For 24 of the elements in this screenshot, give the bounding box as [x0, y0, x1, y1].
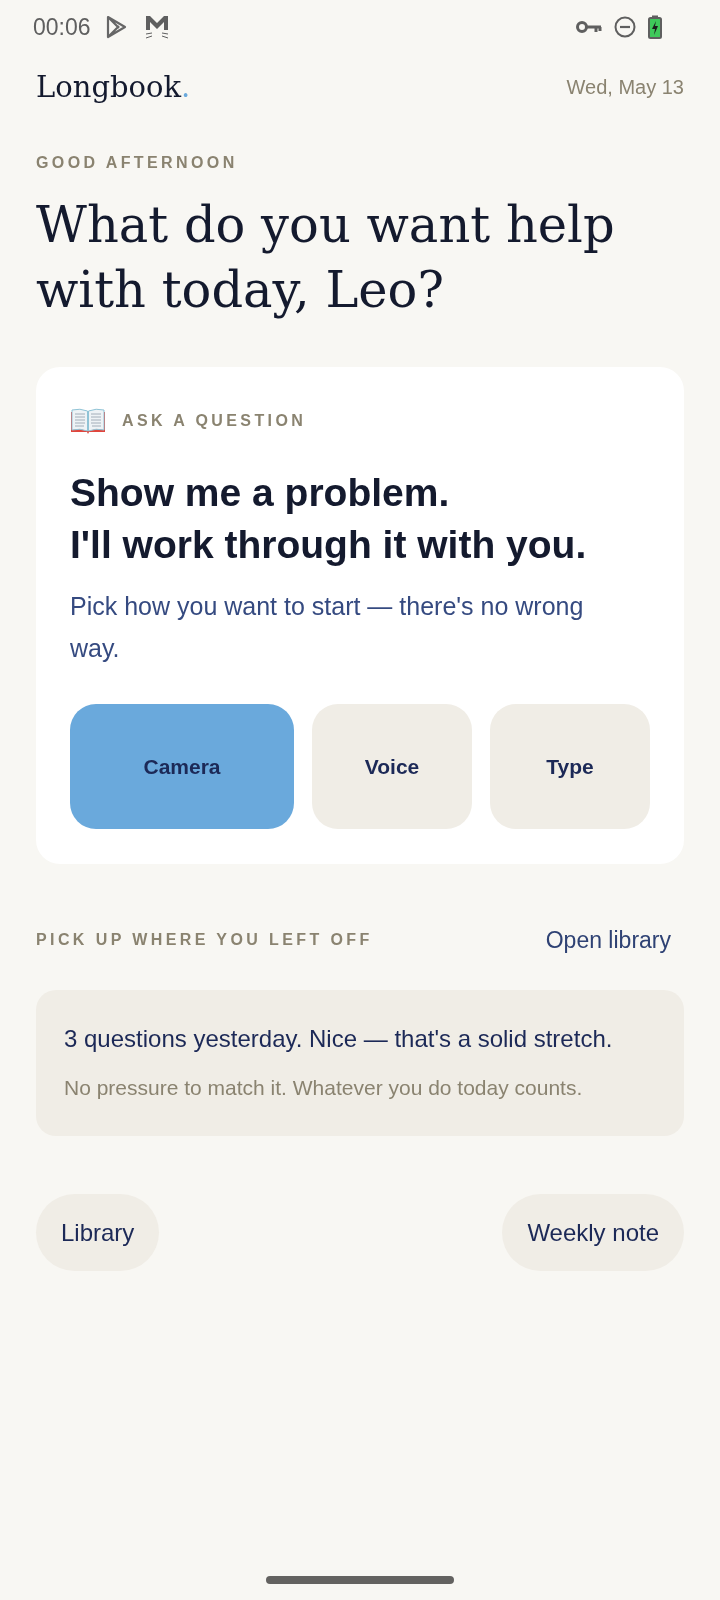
summary-note: No pressure to match it. Whatever you do today counts.: [64, 1075, 584, 1101]
card-subtitle: Pick how you want to start — there's no wrong way.: [70, 591, 585, 664]
open-library-link[interactable]: Open library: [545, 926, 671, 954]
input-mode-button[interactable]: Type: [490, 704, 650, 829]
headline: What do you want help with today, Leo?: [36, 195, 616, 321]
home-indicator[interactable]: [266, 1576, 454, 1584]
open-book-icon: [70, 408, 106, 434]
do-not-disturb-icon: [614, 16, 636, 38]
summary-title: 3 questions yesterday. Nice — that's a solid stretch.: [64, 1024, 614, 1054]
nav-button[interactable]: Weekly note: [502, 1194, 684, 1271]
app-logo: Longbook.: [36, 70, 191, 104]
input-mode-button[interactable]: Voice: [312, 704, 472, 829]
section-label: PICK UP WHERE YOU LEFT OFF: [36, 930, 373, 950]
section-label: ASK A QUESTION: [122, 411, 307, 431]
play-triangle-icon: [104, 15, 127, 39]
date-label: Wed, May 13: [566, 75, 684, 99]
nav-button[interactable]: Library: [36, 1194, 160, 1271]
input-mode-button[interactable]: Camera: [70, 704, 294, 829]
greeting-label: GOOD AFTERNOON: [36, 153, 239, 173]
key-icon: [576, 20, 602, 34]
card-title: Show me a problem. I'll work through it with you.: [70, 470, 588, 568]
status-time: 00:06: [33, 13, 91, 41]
battery-charging-icon: [648, 15, 662, 39]
cat-mail-icon: [144, 14, 169, 40]
